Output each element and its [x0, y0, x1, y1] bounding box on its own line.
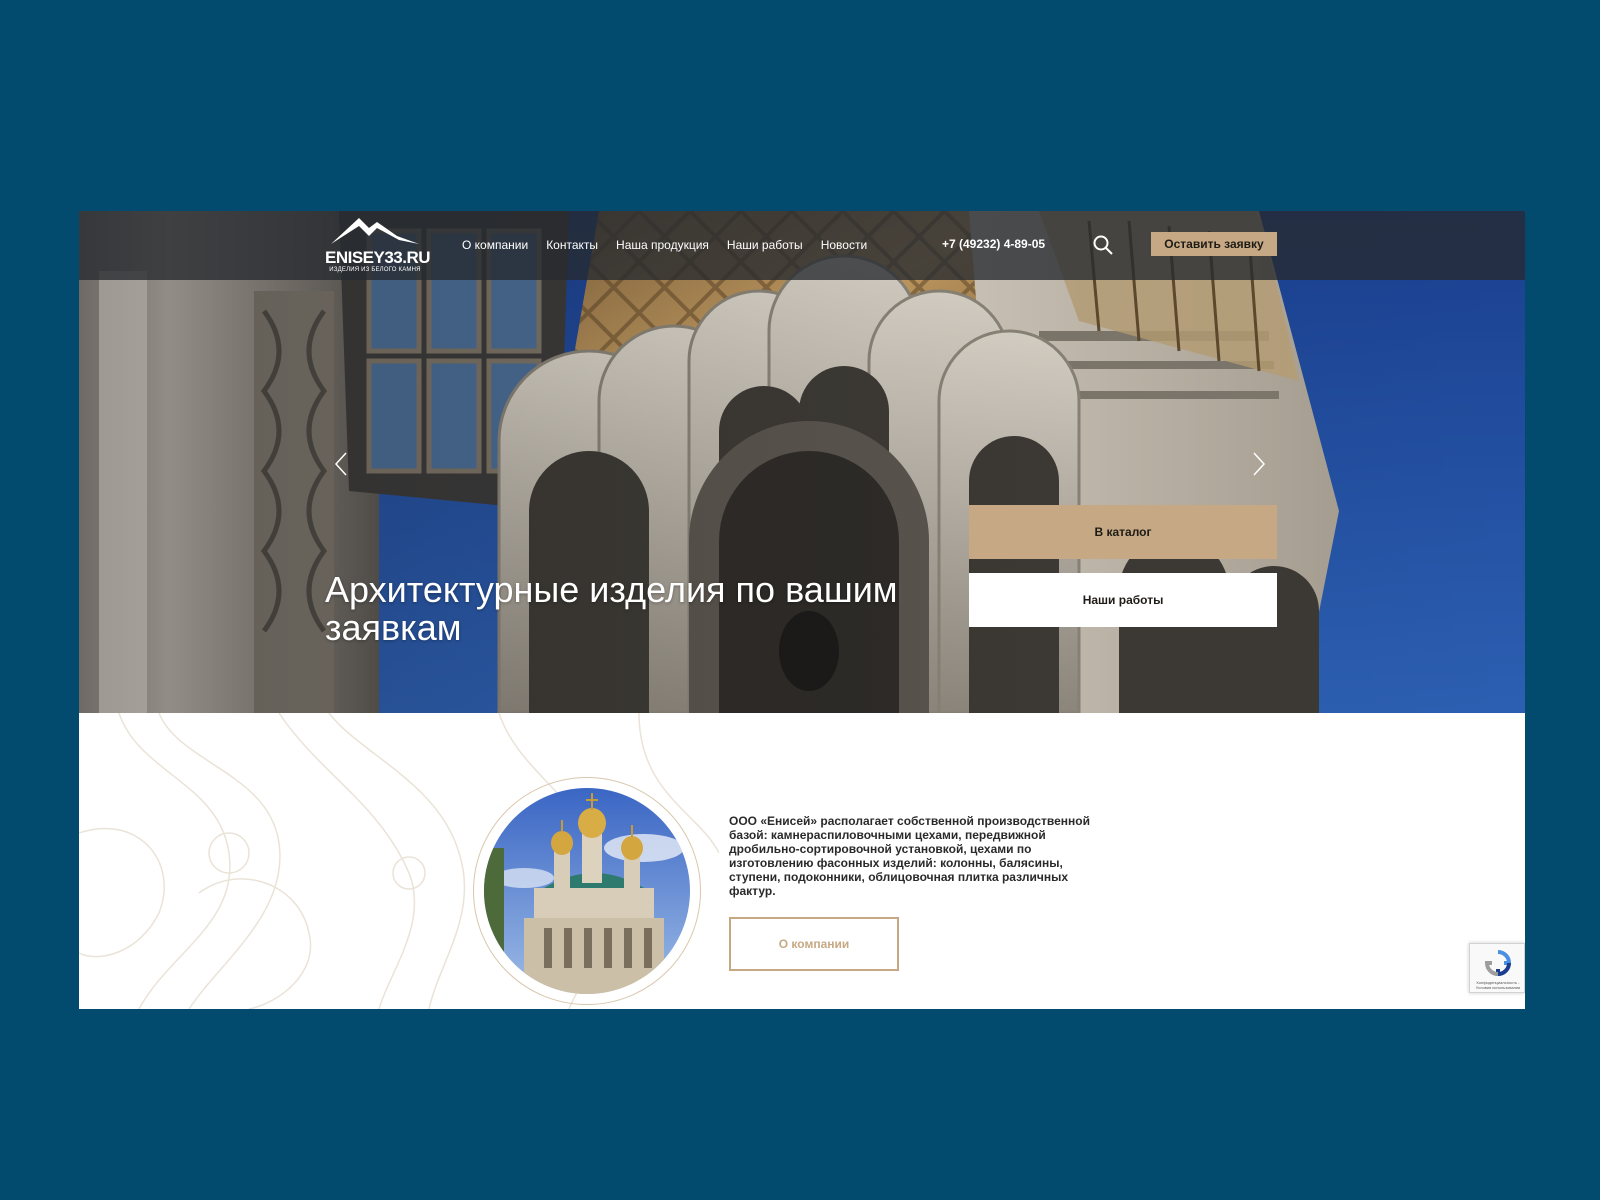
- logo-text: ENISEY33.RU: [325, 248, 431, 267]
- arrow-left-icon[interactable]: [333, 451, 349, 477]
- nav-about[interactable]: О компании: [462, 238, 528, 252]
- arrow-right-icon[interactable]: [1251, 451, 1267, 477]
- cathedral-photo: [484, 788, 690, 994]
- catalog-button[interactable]: В каталог: [969, 505, 1277, 559]
- hero-title: Архитектурные изделия по вашим заявкам: [325, 569, 898, 649]
- about-description: ООО «Енисей» располагает собственной про…: [729, 814, 1091, 898]
- logo[interactable]: ENISEY33.RU ИЗДЕЛИЯ ИЗ БЕЛОГО КАМНЯ: [325, 214, 431, 276]
- main-nav: О компании Контакты Наша продукция Наши …: [462, 238, 885, 252]
- our-works-button[interactable]: Наши работы: [969, 573, 1277, 627]
- logo-subtitle: ИЗДЕЛИЯ ИЗ БЕЛОГО КАМНЯ: [329, 267, 421, 273]
- recaptcha-text[interactable]: Конфиденциальность - Условия использован…: [1472, 980, 1524, 990]
- recaptcha-badge[interactable]: Конфиденциальность - Условия использован…: [1469, 943, 1525, 993]
- about-company-button[interactable]: О компании: [729, 917, 899, 971]
- leave-request-button[interactable]: Оставить заявку: [1151, 232, 1277, 256]
- recaptcha-icon: [1484, 950, 1512, 977]
- nav-news[interactable]: Новости: [821, 238, 867, 252]
- about-section: ООО «Енисей» располагает собственной про…: [79, 713, 1525, 1009]
- nav-contacts[interactable]: Контакты: [546, 238, 598, 252]
- website-frame: ENISEY33.RU ИЗДЕЛИЯ ИЗ БЕЛОГО КАМНЯ О ко…: [79, 211, 1525, 1009]
- phone-number[interactable]: +7 (49232) 4-89-05: [942, 237, 1045, 251]
- hero-slider: ENISEY33.RU ИЗДЕЛИЯ ИЗ БЕЛОГО КАМНЯ О ко…: [79, 211, 1525, 713]
- nav-works[interactable]: Наши работы: [727, 238, 803, 252]
- site-header: ENISEY33.RU ИЗДЕЛИЯ ИЗ БЕЛОГО КАМНЯ О ко…: [79, 211, 1525, 280]
- logo-mountain-icon: [331, 218, 419, 244]
- search-icon[interactable]: [1092, 234, 1114, 256]
- nav-products[interactable]: Наша продукция: [616, 238, 709, 252]
